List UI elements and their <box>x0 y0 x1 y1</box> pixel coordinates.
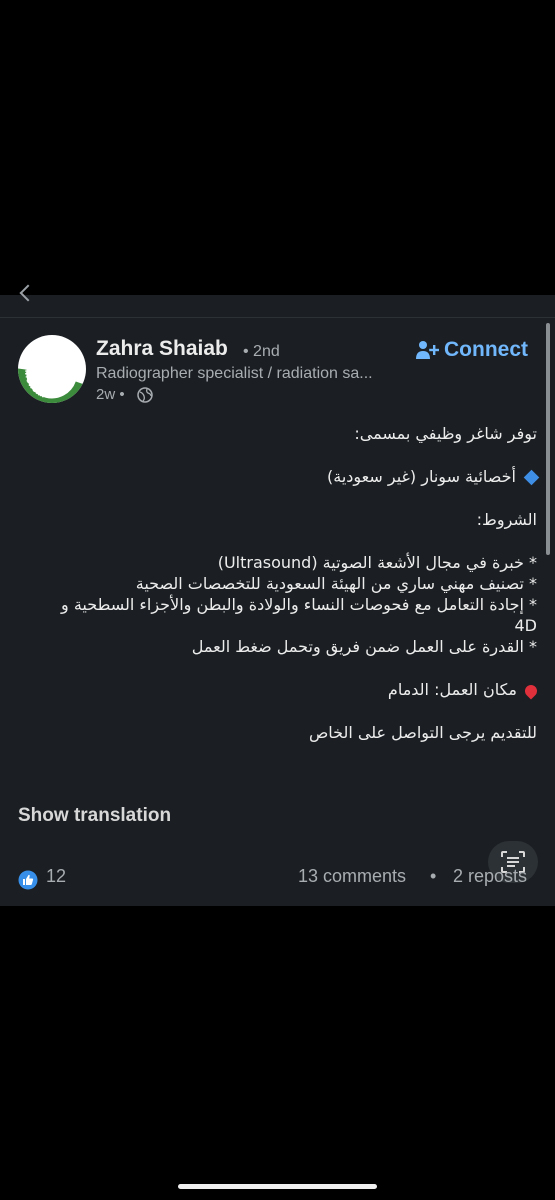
post-line: للتقديم يرجى التواصل على الخاص <box>308 723 537 742</box>
post-location-line: مكان العمل: الدمام <box>37 679 540 700</box>
add-person-icon <box>416 341 439 359</box>
globe-icon <box>137 387 153 403</box>
author-headline: Radiographer specialist / radiation sa..… <box>96 365 373 382</box>
connection-degree: • 2nd <box>243 343 280 360</box>
author-name[interactable]: Zahra Shaiab <box>96 337 228 361</box>
reaction-count[interactable]: 12 <box>46 866 66 887</box>
post-line: الشروط: <box>476 510 537 529</box>
scrollbar[interactable] <box>546 323 550 555</box>
post-line: * خبرة في مجال الأشعة الصوتية (Ultrasoun… <box>217 553 537 572</box>
reposts-count[interactable]: 2 reposts <box>453 866 533 887</box>
job-title: أخصائية سونار (غير سعودية) <box>327 467 516 486</box>
top-bar <box>0 284 555 318</box>
post-body: توفر شاغر وظيفي بمسمى: أخصائية سونار (غي… <box>37 423 540 743</box>
post-card: OPENTOWORK Zahra Shaiab • 2nd Radiograph… <box>0 284 555 906</box>
divider <box>0 317 555 318</box>
avatar[interactable]: OPENTOWORK <box>18 335 86 403</box>
separator-dot: • <box>430 866 437 886</box>
back-icon[interactable] <box>19 284 37 302</box>
like-icon[interactable] <box>18 870 38 890</box>
opentowork-frame-icon: OPENTOWORK <box>18 356 85 403</box>
post-line: توفر شاغر وظيفي بمسمى: <box>354 424 537 443</box>
show-translation-link[interactable]: Show translation <box>18 805 171 827</box>
post-job-title-line: أخصائية سونار (غير سعودية) <box>37 466 540 487</box>
home-indicator[interactable] <box>178 1184 377 1189</box>
pin-icon <box>522 682 540 699</box>
diamond-icon <box>523 469 540 486</box>
post-line: * القدرة على العمل ضمن فريق وتحمل ضغط ال… <box>191 637 537 656</box>
post-line: * تصنيف مهني ساري من الهيئة السعودية للت… <box>135 574 537 593</box>
connect-button[interactable]: Connect <box>415 337 528 363</box>
post-line: * إجادة التعامل مع فحوصات النساء والولاد… <box>61 595 537 635</box>
post-time: 2w • <box>96 386 125 403</box>
comments-count[interactable]: 13 comments <box>298 866 406 887</box>
location-text: مكان العمل: الدمام <box>387 680 517 699</box>
connect-label: Connect <box>444 338 528 361</box>
